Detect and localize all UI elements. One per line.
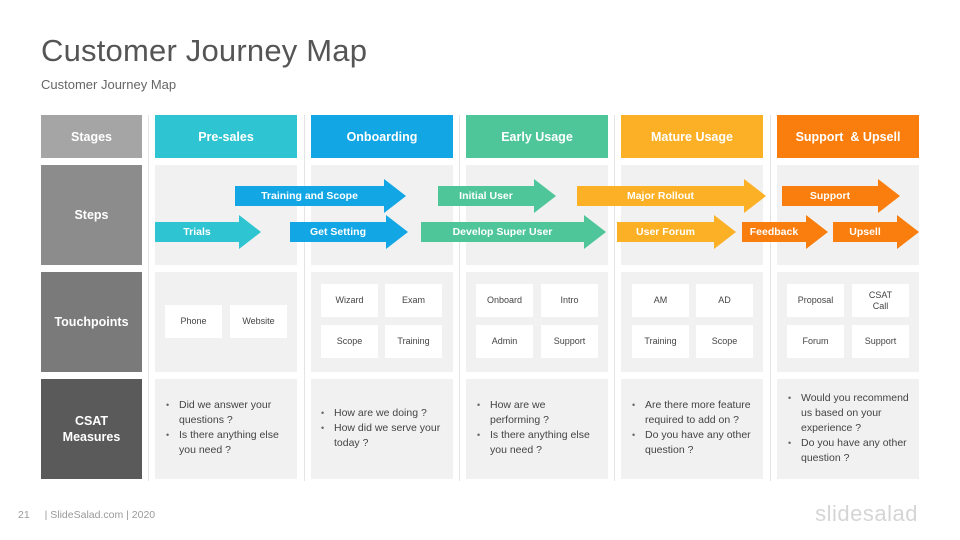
row-label-stages: Stages	[41, 115, 142, 158]
footer: 21 | SlideSalad.com | 2020	[18, 509, 155, 521]
column-divider	[770, 115, 771, 481]
touchpoint-text: CSAT Call	[868, 289, 893, 311]
stage-header-presales: Pre-sales	[155, 115, 297, 158]
step-arrow-user-forum: User Forum	[617, 215, 736, 249]
arrow-head-icon	[239, 215, 261, 249]
touchpoints-cell-support-upsell: Proposal CSAT Call Forum Support	[777, 272, 919, 372]
arrow-head-icon	[806, 215, 828, 249]
touchpoint-box: Support	[852, 325, 909, 358]
stage-header-support-upsell: Support & Upsell	[777, 115, 919, 158]
step-label: User Forum	[617, 222, 714, 242]
arrow-head-icon	[534, 179, 556, 213]
csat-question: Would you recommend us based on your exp…	[786, 391, 916, 436]
touchpoint-box: Phone	[165, 305, 222, 338]
slide-title: Customer Journey Map	[41, 33, 368, 68]
column-divider	[614, 115, 615, 481]
touchpoint-box: Intro	[541, 284, 598, 317]
arrow-head-icon	[897, 215, 919, 249]
touchpoint-box: Support	[541, 325, 598, 358]
csat-question: Do you have any other question ?	[786, 436, 916, 466]
footer-credit: | SlideSalad.com | 2020	[44, 509, 156, 521]
touchpoint-box: Training	[632, 325, 689, 358]
touchpoint-box: Training	[385, 325, 442, 358]
arrow-head-icon	[744, 179, 766, 213]
csat-question: Is there anything else you need ?	[164, 428, 292, 458]
touchpoints-cell-mature-usage: AM AD Training Scope	[621, 272, 763, 372]
step-arrow-trials: Trials	[155, 215, 261, 249]
csat-cell-support-upsell: Would you recommend us based on your exp…	[777, 379, 919, 479]
step-label: Feedback	[742, 222, 806, 242]
column-divider	[304, 115, 305, 481]
touchpoint-box: Onboard	[476, 284, 533, 317]
arrow-head-icon	[714, 215, 736, 249]
step-arrow-initial-user: Initial User	[438, 179, 556, 213]
step-label: Major Rollout	[577, 186, 744, 206]
csat-cell-onboarding: How are we doing ? How did we serve your…	[311, 379, 453, 479]
touchpoint-box: Website	[230, 305, 287, 338]
touchpoint-box: CSAT Call	[852, 284, 909, 317]
step-label: Develop Super User	[421, 222, 584, 242]
arrow-head-icon	[384, 179, 406, 213]
csat-question: Did we answer your questions ?	[164, 398, 292, 428]
csat-question: Is there anything else you need ?	[475, 428, 603, 458]
step-arrow-feedback: Feedback	[742, 215, 828, 249]
csat-cell-early-usage: How are we performing ? Is there anythin…	[466, 379, 608, 479]
touchpoints-cell-onboarding: Wizard Exam Scope Training	[311, 272, 453, 372]
csat-question: How are we doing ?	[319, 406, 449, 421]
touchpoints-cell-presales: Phone Website	[155, 272, 297, 372]
step-label: Upsell	[833, 222, 897, 242]
step-label: Get Setting	[290, 222, 386, 242]
touchpoint-box: Admin	[476, 325, 533, 358]
touchpoints-cell-early-usage: Onboard Intro Admin Support	[466, 272, 608, 372]
step-arrow-develop-super-user: Develop Super User	[421, 215, 606, 249]
arrow-head-icon	[584, 215, 606, 249]
row-label-touchpoints: Touchpoints	[41, 272, 142, 372]
step-arrow-support: Support	[782, 179, 900, 213]
brand-logo: slidesalad	[815, 501, 918, 526]
step-arrow-training-and-scope: Training and Scope	[235, 179, 406, 213]
touchpoint-box: Exam	[385, 284, 442, 317]
arrow-head-icon	[878, 179, 900, 213]
step-label: Support	[782, 186, 878, 206]
touchpoint-box: Scope	[696, 325, 753, 358]
csat-cell-mature-usage: Are there more feature required to add o…	[621, 379, 763, 479]
touchpoint-box: Scope	[321, 325, 378, 358]
csat-question: Do you have any other question ?	[630, 428, 762, 458]
step-arrow-major-rollout: Major Rollout	[577, 179, 766, 213]
row-label-csat-text: CSAT Measures	[62, 414, 121, 444]
row-label-csat: CSAT Measures	[41, 379, 142, 479]
step-arrow-upsell: Upsell	[833, 215, 919, 249]
csat-question: Are there more feature required to add o…	[630, 398, 762, 428]
touchpoint-box: Forum	[787, 325, 844, 358]
arrow-head-icon	[386, 215, 408, 249]
csat-cell-presales: Did we answer your questions ? Is there …	[155, 379, 297, 479]
touchpoint-box: Wizard	[321, 284, 378, 317]
step-arrow-get-setting: Get Setting	[290, 215, 408, 249]
column-divider	[148, 115, 149, 481]
column-divider	[459, 115, 460, 481]
touchpoint-box: AD	[696, 284, 753, 317]
step-label: Training and Scope	[235, 186, 384, 206]
csat-question: How did we serve your today ?	[319, 421, 449, 451]
row-label-steps: Steps	[41, 165, 142, 265]
touchpoint-box: Proposal	[787, 284, 844, 317]
csat-question: How are we performing ?	[475, 398, 575, 428]
stage-header-mature-usage: Mature Usage	[621, 115, 763, 158]
touchpoint-box: AM	[632, 284, 689, 317]
stage-header-onboarding: Onboarding	[311, 115, 453, 158]
slide-subtitle: Customer Journey Map	[41, 77, 177, 92]
stage-header-early-usage: Early Usage	[466, 115, 608, 158]
page-number: 21	[18, 509, 30, 521]
step-label: Initial User	[438, 186, 534, 206]
step-label: Trials	[155, 222, 239, 242]
